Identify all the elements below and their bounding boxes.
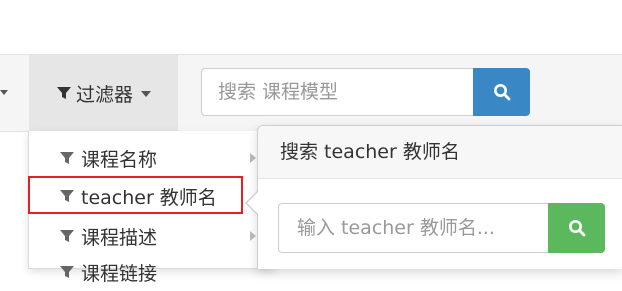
filter-menu-item-label: 课程链接 <box>81 262 158 285</box>
filter-menu-item-label: 课程名称 <box>81 148 158 171</box>
search-icon <box>493 84 510 101</box>
teacher-search-input[interactable]: 输入 teacher 教师名... <box>278 203 548 253</box>
teacher-search-button[interactable] <box>548 203 605 253</box>
filter-dropdown-label: 过滤器 <box>75 83 133 106</box>
search-button[interactable] <box>473 68 530 116</box>
search-input[interactable]: 搜索 课程模型 <box>201 68 473 116</box>
filter-icon <box>60 266 74 278</box>
caret-down-icon <box>141 91 151 97</box>
caret-right-icon <box>250 153 256 163</box>
caret-down-icon[interactable] <box>0 90 8 95</box>
filter-icon <box>60 152 74 164</box>
top-area <box>0 0 622 55</box>
filter-menu-item-course-name[interactable]: 课程名称 <box>29 139 274 177</box>
caret-right-icon <box>250 231 256 241</box>
popover-title: 搜索 teacher 教师名 <box>258 126 622 179</box>
filter-menu-item-course-description[interactable]: 课程描述 <box>29 217 274 255</box>
filter-menu-item-course-link[interactable]: 课程链接 <box>29 253 274 291</box>
filter-menu-item-label: 课程描述 <box>81 226 158 249</box>
popover-arrow-fill <box>247 192 258 214</box>
search-icon <box>568 220 585 237</box>
filter-icon <box>56 87 71 99</box>
filter-dropdown-button[interactable]: 过滤器 <box>29 55 178 131</box>
filter-icon <box>60 230 74 242</box>
selection-highlight <box>28 176 243 214</box>
filter-popover: 搜索 teacher 教师名 输入 teacher 教师名... <box>257 125 622 269</box>
